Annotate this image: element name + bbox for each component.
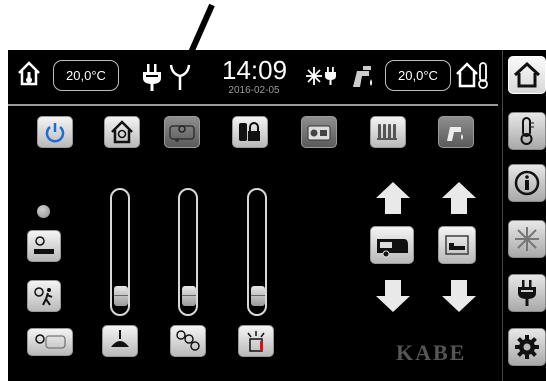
spotlights-icon — [176, 330, 200, 351]
radiator-button[interactable] — [370, 116, 406, 148]
info-icon — [514, 170, 540, 196]
sidebar-settings-button[interactable] — [508, 328, 546, 366]
divider — [8, 104, 498, 106]
wall-lamp-slider-track[interactable] — [247, 188, 267, 316]
outside-thermometer-icon[interactable] — [455, 60, 489, 90]
ceiling-lamp-button[interactable] — [102, 325, 138, 357]
bed-down-arrow-icon[interactable] — [440, 278, 478, 314]
ceiling-lamp-slider-knob[interactable] — [114, 286, 128, 307]
power-button[interactable] — [37, 116, 73, 148]
home-thermometer-icon[interactable] — [16, 59, 42, 87]
sidebar-home-button[interactable] — [508, 56, 546, 94]
power-plug-icon — [143, 64, 161, 91]
brand-logo: KABE — [396, 340, 467, 365]
radio-icon — [307, 125, 331, 141]
bed-lift-button[interactable] — [438, 226, 476, 264]
caravan-down-arrow-icon[interactable] — [374, 278, 412, 314]
caravan-light-button[interactable] — [164, 116, 200, 148]
spotlights-slider-knob[interactable] — [182, 286, 196, 307]
outside-temperature-display[interactable]: 20,0°C — [385, 60, 451, 91]
wall-lamp-icon — [247, 331, 265, 352]
sidebar-power-button[interactable] — [508, 274, 546, 312]
wall-lamp-button[interactable] — [238, 325, 274, 357]
sidebar-cooling-button[interactable] — [508, 220, 546, 258]
indicator-led — [37, 205, 50, 218]
power-icon — [45, 123, 65, 143]
sidebar-temperature-button[interactable] — [508, 112, 546, 150]
water-heater-button[interactable] — [438, 116, 474, 148]
thermometer-icon — [520, 117, 534, 145]
motion-light-icon — [34, 287, 53, 306]
settings-gear-icon — [515, 335, 539, 359]
caravan-up-arrow-icon[interactable] — [374, 180, 412, 216]
sidebar-info-button[interactable] — [508, 164, 546, 202]
power-plug-icon — [518, 280, 536, 306]
inside-temperature-display[interactable]: 20,0°C — [53, 60, 119, 91]
bed-light-icon — [34, 236, 54, 254]
home-light-icon — [111, 120, 133, 144]
water-heater-icon — [447, 127, 463, 141]
ceiling-lamp-slider-track[interactable] — [110, 188, 130, 316]
ceiling-lamp-icon — [111, 330, 129, 347]
bed-up-arrow-icon[interactable] — [440, 180, 478, 216]
clock-date: 2016-02-05 — [228, 85, 280, 96]
control-panel-screen: 20,0°C 14:09 2016-02-05 20,0°C KABE — [8, 50, 546, 381]
wall-lamp-slider-knob[interactable] — [251, 286, 265, 307]
gas-lock-icon — [239, 122, 260, 141]
motion-light-button[interactable] — [27, 280, 61, 312]
antenna-icon — [169, 64, 191, 90]
spotlights-button[interactable] — [170, 325, 206, 357]
home-icon — [513, 62, 541, 88]
spotlights-slider-track[interactable] — [178, 188, 198, 316]
snowflake-plug-icon — [306, 67, 336, 85]
awning-light-button[interactable] — [27, 328, 73, 356]
bed-icon — [445, 235, 469, 255]
awning-light-icon — [35, 334, 66, 349]
snowflake-icon — [515, 227, 539, 251]
radio-button[interactable] — [301, 116, 337, 148]
water-tap-icon — [353, 66, 372, 87]
gas-lock-button[interactable] — [232, 116, 268, 148]
home-light-button[interactable] — [104, 116, 140, 148]
caravan-icon — [377, 239, 408, 258]
radiator-icon — [377, 124, 397, 140]
sidebar-divider — [502, 50, 503, 381]
bed-light-button[interactable] — [27, 230, 61, 262]
caravan-light-icon — [169, 125, 195, 142]
clock-time: 14:09 — [222, 55, 288, 85]
caravan-lift-button[interactable] — [370, 226, 414, 264]
